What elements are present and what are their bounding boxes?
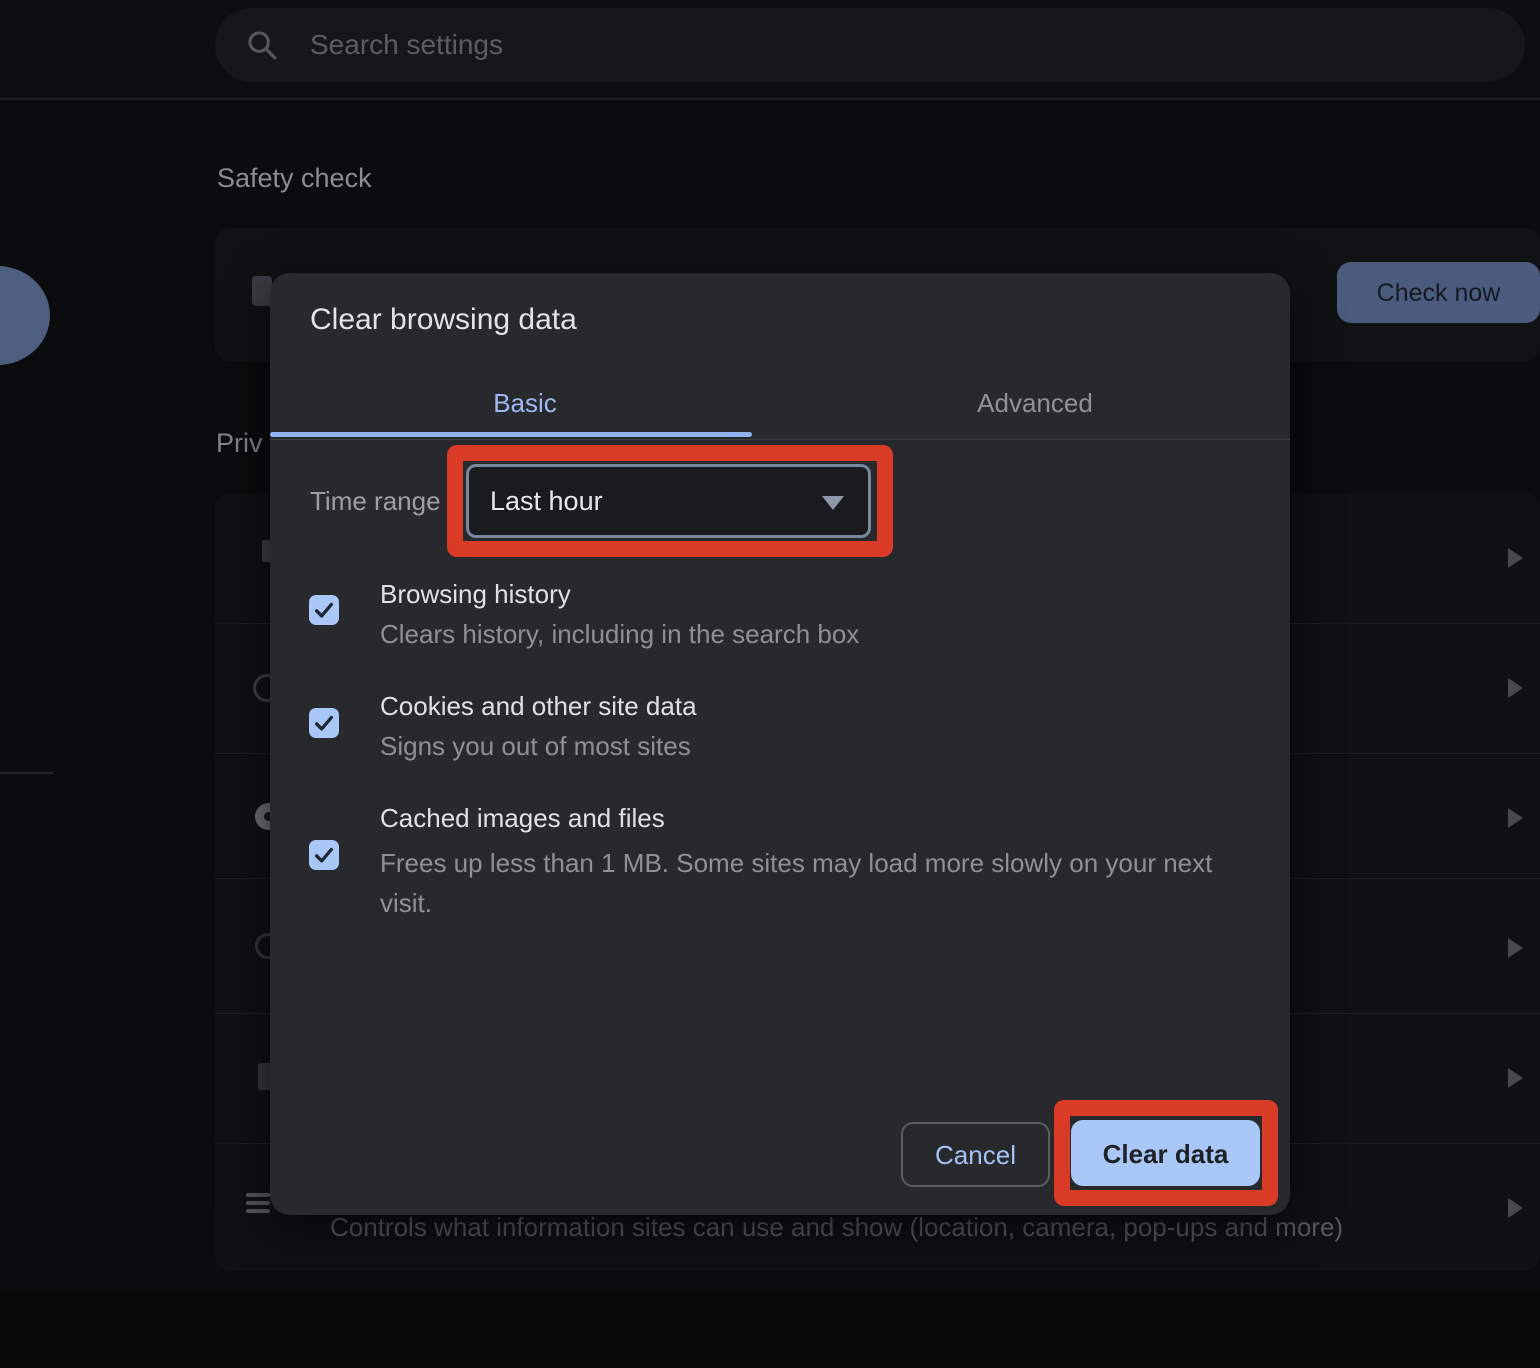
sidebar-divider (0, 772, 53, 774)
privacy-heading-partial: Priv (216, 428, 263, 458)
checkbox-description: Frees up less than 1 MB. Some sites may … (380, 848, 1213, 918)
tune-icon (246, 1191, 272, 1215)
check-now-button[interactable]: Check now (1337, 262, 1540, 323)
page-bottom-strip (0, 1292, 1540, 1368)
checkmark-icon (315, 602, 333, 618)
dialog-title: Clear browsing data (310, 303, 577, 336)
chevron-right-icon[interactable] (1508, 938, 1523, 958)
checkmark-icon (315, 715, 333, 731)
checkbox-label: Browsing history (380, 579, 571, 609)
safety-check-heading: Safety check (217, 163, 372, 193)
time-range-label: Time range (310, 486, 441, 516)
checkbox-label: Cached images and files (380, 803, 665, 833)
cancel-button[interactable]: Cancel (901, 1122, 1050, 1187)
cookies-checkbox[interactable] (309, 708, 339, 738)
browsing-history-checkbox[interactable] (309, 595, 339, 625)
search-input[interactable]: Search settings (215, 8, 1525, 82)
site-settings-description: Controls what information sites can use … (330, 1212, 1344, 1242)
chevron-right-icon[interactable] (1508, 678, 1523, 698)
clear-browsing-data-dialog: Clear browsing data Basic Advanced Time … (270, 273, 1290, 1215)
cached-images-checkbox[interactable] (309, 840, 339, 870)
annotation-box-clear-data (1054, 1100, 1278, 1206)
chevron-right-icon[interactable] (1508, 548, 1523, 568)
tab-advanced[interactable]: Advanced (780, 377, 1290, 429)
tab-basic[interactable]: Basic (270, 377, 780, 429)
chrome-settings-screen: Search settings Safety check Check now P… (0, 0, 1540, 1368)
nav-highlight-circle (0, 266, 50, 365)
checkbox-description: Signs you out of most sites (380, 731, 691, 761)
chevron-right-icon[interactable] (1508, 1198, 1523, 1218)
search-placeholder: Search settings (310, 29, 503, 60)
header-divider (0, 98, 1540, 100)
chevron-right-icon[interactable] (1508, 808, 1523, 828)
shield-icon (252, 276, 272, 306)
checkbox-label: Cookies and other site data (380, 691, 697, 721)
search-icon (245, 28, 279, 62)
annotation-box-time-range (447, 445, 893, 557)
tabs-divider (270, 439, 1290, 440)
checkmark-icon (315, 847, 333, 863)
checkbox-description: Clears history, including in the search … (380, 619, 860, 649)
chevron-right-icon[interactable] (1508, 1068, 1523, 1088)
active-tab-underline (270, 432, 752, 437)
